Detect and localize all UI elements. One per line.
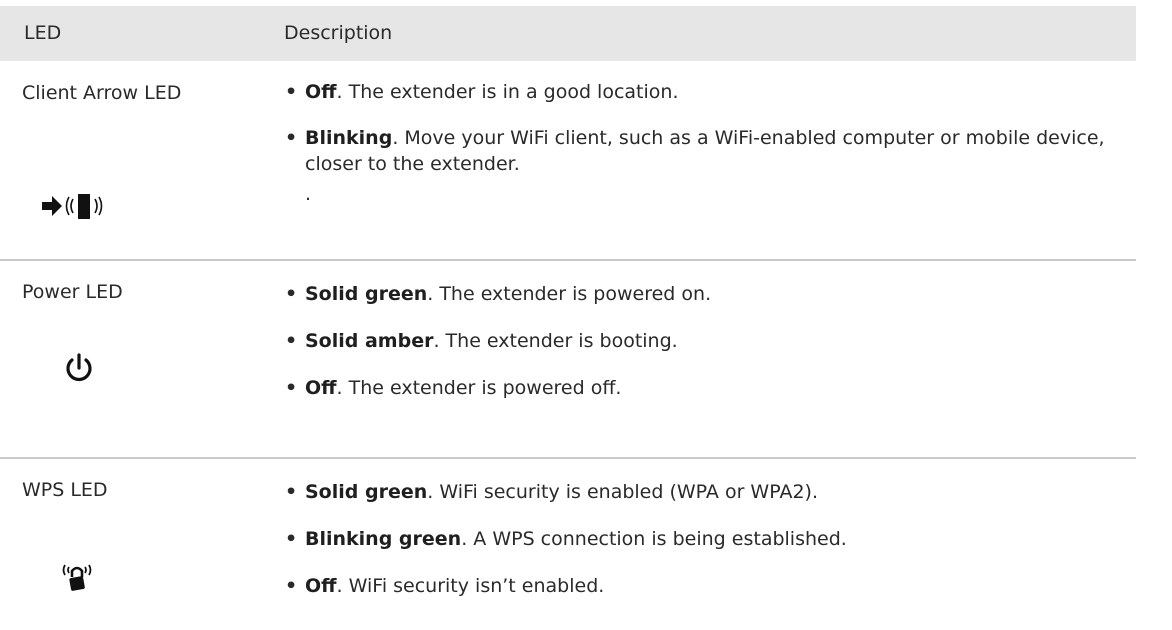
wps-lock-icon: [60, 559, 94, 599]
bullet-bold: Solid green: [305, 283, 428, 305]
client-arrow-icon: [40, 189, 120, 229]
table-header: LED Description: [0, 6, 1136, 61]
bullet-bold: Off: [305, 377, 337, 399]
bullet-bold: Off: [305, 575, 337, 597]
table-row: Client Arrow LED • Off. The extender is …: [0, 61, 1136, 261]
bullet-bold: Blinking: [305, 127, 393, 149]
led-description-table: LED Description Client Arrow LED • Off. …: [0, 6, 1136, 629]
table-row: Power LED • Solid green. The extender is…: [0, 261, 1136, 459]
row-label: Power LED: [22, 281, 123, 303]
bullet-bold: Solid amber: [305, 330, 434, 352]
bullet-bold: Solid green: [305, 481, 428, 503]
header-description: Description: [284, 22, 393, 44]
bullet-dot: •: [285, 528, 298, 550]
bullet-dot: •: [285, 481, 298, 503]
row-label: Client Arrow LED: [22, 82, 182, 104]
bullet-text: . WiFi security isn’t enabled.: [336, 575, 605, 597]
bullet-text: . The extender is powered off.: [336, 377, 622, 399]
table-row: WPS LED • Solid green. WiFi security is …: [0, 459, 1136, 629]
bullet-dot: •: [285, 575, 298, 597]
bullet-text: . Move your WiFi client, such as a WiFi-…: [305, 127, 1105, 175]
list-item: • Blinking. Move your WiFi client, such …: [285, 125, 1135, 179]
bullet-text: . The extender is powered on.: [427, 283, 712, 305]
bullet-text: . WiFi security is enabled (WPA or WPA2)…: [427, 481, 818, 503]
bullet-text: . The extender is booting.: [433, 330, 678, 352]
trailing-period: .: [305, 183, 312, 205]
header-led: LED: [24, 22, 62, 44]
bullet-dot: •: [285, 377, 298, 399]
row-label: WPS LED: [22, 479, 108, 501]
bullet-dot: •: [285, 330, 298, 352]
bullet-bold: Blinking green: [305, 528, 462, 550]
bullet-text: . A WPS connection is being established.: [461, 528, 847, 550]
power-icon: [64, 352, 94, 388]
bullet-dot: •: [285, 283, 298, 305]
bullet-dot: •: [285, 127, 298, 149]
bullet-text: . The extender is in a good location.: [336, 81, 679, 103]
bullet-bold: Off: [305, 81, 337, 103]
bullet-dot: •: [285, 81, 298, 103]
